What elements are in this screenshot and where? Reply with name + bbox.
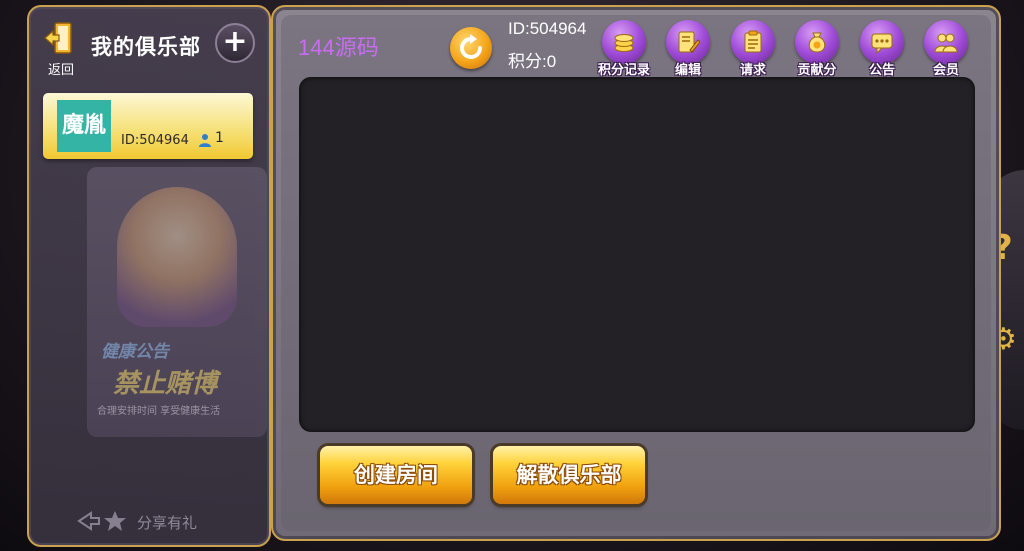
banner-slogan: 禁止赌博 <box>113 369 218 399</box>
members-button[interactable]: 会员 <box>918 20 974 78</box>
room-list-area[interactable] <box>299 77 975 432</box>
edit-button[interactable]: 编辑 <box>660 20 716 78</box>
dissolve-club-button[interactable]: 解散俱乐部 <box>493 446 645 504</box>
health-notice-banner: 健康公告 禁止赌博 合理安排时间 享受健康生活 <box>87 167 267 437</box>
tool-label: 请求 <box>739 63 766 78</box>
tool-label: 贡献分 <box>797 63 837 78</box>
contribution-circle <box>795 20 839 64</box>
request-icon <box>744 30 762 53</box>
points-record-button[interactable]: 积分记录 <box>596 20 652 78</box>
tool-label: 公告 <box>868 63 895 78</box>
contribution-button[interactable]: 贡献分 <box>789 20 845 78</box>
coins-circle <box>602 20 646 64</box>
person-icon <box>199 134 211 147</box>
create-room-label: 创建房间 <box>354 463 438 487</box>
club-list-item[interactable]: 魔胤 ID:504964 1 <box>43 93 253 159</box>
coins-icon <box>614 34 634 52</box>
dissolve-club-label: 解散俱乐部 <box>516 463 622 487</box>
refresh-icon <box>460 34 482 59</box>
request-circle <box>731 20 775 64</box>
share-label: 分享有礼 <box>137 514 198 532</box>
plus-icon: + <box>222 24 248 59</box>
club-id: ID:504964 <box>121 133 189 148</box>
back-label: 返回 <box>47 63 74 78</box>
panel-title: 我的俱乐部 <box>91 35 201 59</box>
edit-icon <box>678 31 700 53</box>
banner-subtext: 合理安排时间 享受健康生活 <box>97 406 221 417</box>
tool-label: 会员 <box>932 63 959 78</box>
banner-character-image <box>117 187 237 327</box>
back-button[interactable]: 返回 <box>41 17 81 78</box>
banner-heading: 健康公告 <box>101 342 169 362</box>
club-list-panel: 返回 我的俱乐部 + 魔胤 ID:504964 1 健康公告 禁止赌博 合理安排… <box>27 5 271 547</box>
members-circle <box>924 20 968 64</box>
club-member-count: 1 <box>215 130 224 146</box>
members-icon <box>934 33 958 53</box>
refresh-button[interactable] <box>450 27 492 69</box>
create-room-button[interactable]: 创建房间 <box>320 446 472 504</box>
user-points: 积分:0 <box>508 52 557 71</box>
tool-label: 编辑 <box>674 63 701 78</box>
chat-bubble-icon <box>871 33 893 54</box>
tool-label: 积分记录 <box>597 63 650 78</box>
share-star-icon <box>77 511 126 531</box>
exit-door-icon <box>44 22 72 54</box>
notice-circle <box>860 20 904 64</box>
request-button[interactable]: 请求 <box>725 20 781 78</box>
share-gift-button[interactable]: 分享有礼 <box>77 507 247 537</box>
club-name: 144源码 <box>298 35 379 60</box>
add-club-button[interactable]: + <box>215 23 255 63</box>
notice-button[interactable]: 公告 <box>854 20 910 78</box>
money-bag-icon <box>808 32 826 53</box>
club-avatar: 魔胤 <box>57 100 111 152</box>
edit-circle <box>666 20 710 64</box>
user-id: ID:504964 <box>508 19 587 38</box>
